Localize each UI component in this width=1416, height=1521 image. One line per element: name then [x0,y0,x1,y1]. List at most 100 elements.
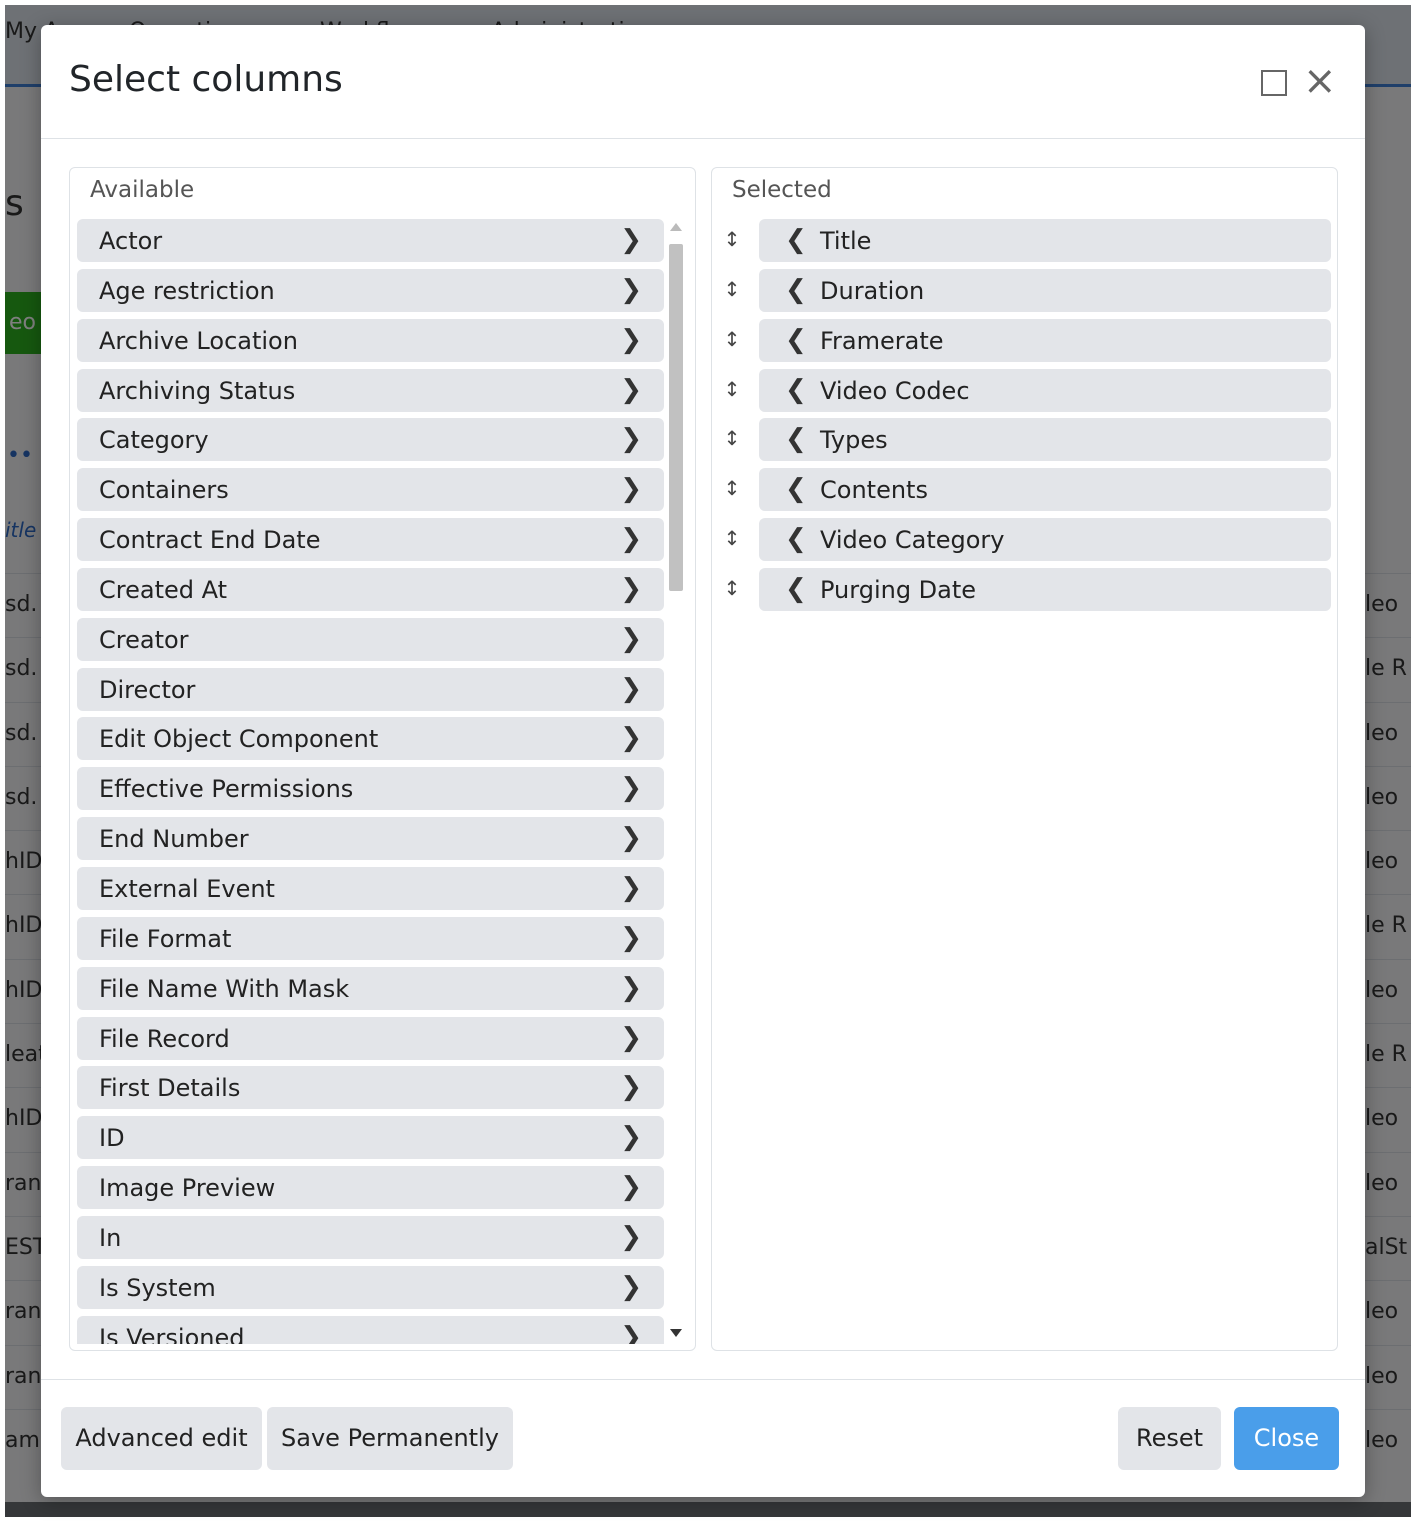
drag-handle-icon[interactable]: ↕ [722,476,742,500]
chevron-right-icon[interactable]: ❯ [620,1222,642,1252]
available-item[interactable]: In ❯ [77,1215,664,1259]
available-item[interactable]: Contract End Date ❯ [77,518,664,562]
available-item[interactable]: Category ❯ [77,418,664,462]
available-item-label: Created At [99,575,228,604]
selected-row: ↕ ❮ Framerate [712,318,1339,362]
chevron-right-icon[interactable]: ❯ [620,225,642,255]
available-item-label: Edit Object Component [99,725,379,754]
available-item[interactable]: Archiving Status ❯ [77,368,664,412]
available-item[interactable]: End Number ❯ [77,817,664,861]
chevron-left-icon[interactable]: ❮ [785,325,807,355]
chevron-right-icon[interactable]: ❯ [620,1072,642,1102]
selected-item[interactable]: ❮ Title [759,219,1331,262]
drag-handle-icon[interactable]: ↕ [722,526,742,550]
selected-item[interactable]: ❮ Framerate [759,318,1331,362]
maximize-icon[interactable] [1261,70,1287,96]
drag-handle-icon[interactable]: ↕ [722,576,742,600]
available-item[interactable]: Director ❯ [77,667,664,711]
scroll-thumb[interactable] [669,244,683,591]
selected-item-label: Contents [820,476,928,505]
chevron-right-icon[interactable]: ❯ [620,674,642,704]
available-item-label: Effective Permissions [99,775,354,804]
selected-row: ↕ ❮ Video Codec [712,368,1339,412]
chevron-right-icon[interactable]: ❯ [620,1272,642,1302]
available-item[interactable]: Archive Location ❯ [77,318,664,362]
available-item-label: Category [99,426,209,455]
chevron-right-icon[interactable]: ❯ [620,773,642,803]
selected-item[interactable]: ❮ Types [759,418,1331,462]
chevron-right-icon[interactable]: ❯ [620,1322,642,1344]
chevron-right-icon[interactable]: ❯ [620,375,642,405]
chevron-right-icon[interactable]: ❯ [620,524,642,554]
available-item[interactable]: Effective Permissions ❯ [77,767,664,811]
chevron-right-icon[interactable]: ❯ [620,723,642,753]
available-item[interactable]: Edit Object Component ❯ [77,717,664,761]
available-item[interactable]: First Details ❯ [77,1066,664,1110]
available-item[interactable]: Image Preview ❯ [77,1166,664,1210]
available-item[interactable]: File Record ❯ [77,1016,664,1060]
drag-handle-icon[interactable]: ↕ [722,277,742,301]
reset-button[interactable]: Reset [1118,1407,1221,1470]
selected-item[interactable]: ❮ Video Codec [759,368,1331,412]
selected-item-label: Types [820,426,888,455]
chevron-right-icon[interactable]: ❯ [620,823,642,853]
chevron-right-icon[interactable]: ❯ [620,275,642,305]
chevron-left-icon[interactable]: ❮ [785,225,807,255]
close-button[interactable]: Close [1234,1407,1339,1470]
chevron-right-icon[interactable]: ❯ [620,973,642,1003]
drag-handle-icon[interactable]: ↕ [722,327,742,351]
chevron-right-icon[interactable]: ❯ [620,1172,642,1202]
chevron-right-icon[interactable]: ❯ [620,923,642,953]
chevron-right-icon[interactable]: ❯ [620,574,642,604]
chevron-right-icon[interactable]: ❯ [620,325,642,355]
available-item-label: File Record [99,1024,230,1053]
available-item-label: Is Versioned [99,1323,245,1344]
chevron-left-icon[interactable]: ❮ [785,474,807,504]
selected-item[interactable]: ❮ Video Category [759,518,1331,562]
available-item-label: Creator [99,625,189,654]
modal-header: Select columns × [41,25,1365,139]
available-item[interactable]: External Event ❯ [77,866,664,910]
scroll-up-arrow-icon[interactable] [670,223,682,231]
available-item[interactable]: Creator ❯ [77,617,664,661]
available-panel: Available Actor ❯ Age restriction ❯ Archive … [69,167,696,1351]
available-item[interactable]: File Format ❯ [77,916,664,960]
chevron-left-icon[interactable]: ❮ [785,524,807,554]
chevron-right-icon[interactable]: ❯ [620,474,642,504]
available-item[interactable]: Actor ❯ [77,219,664,262]
selected-item-label: Title [820,227,872,255]
chevron-left-icon[interactable]: ❮ [785,375,807,405]
selected-row: ↕ ❮ Title [712,219,1339,262]
selected-item-label: Framerate [820,326,944,355]
selected-item[interactable]: ❮ Purging Date [759,567,1331,611]
selected-item[interactable]: ❮ Duration [759,268,1331,312]
close-icon[interactable]: × [1303,61,1337,101]
available-scrollbar[interactable] [667,219,685,1344]
available-item[interactable]: ID ❯ [77,1116,664,1160]
advanced-edit-button[interactable]: Advanced edit [61,1407,262,1470]
save-permanently-button[interactable]: Save Permanently [267,1407,513,1470]
selected-item[interactable]: ❮ Contents [759,468,1331,512]
available-item[interactable]: Containers ❯ [77,468,664,512]
available-item[interactable]: File Name With Mask ❯ [77,966,664,1010]
drag-handle-icon[interactable]: ↕ [722,377,742,401]
available-item-label: Image Preview [99,1174,276,1203]
chevron-left-icon[interactable]: ❮ [785,424,807,454]
available-item[interactable]: Age restriction ❯ [77,268,664,312]
available-item-label: Is System [99,1273,216,1302]
chevron-right-icon[interactable]: ❯ [620,873,642,903]
chevron-right-icon[interactable]: ❯ [620,624,642,654]
drag-handle-icon[interactable]: ↕ [722,426,742,450]
available-item[interactable]: Created At ❯ [77,567,664,611]
chevron-right-icon[interactable]: ❯ [620,1122,642,1152]
scroll-down-arrow-icon[interactable] [670,1329,682,1337]
chevron-right-icon[interactable]: ❯ [620,1023,642,1053]
available-item[interactable]: Is System ❯ [77,1265,664,1309]
chevron-left-icon[interactable]: ❮ [785,275,807,305]
chevron-left-icon[interactable]: ❮ [785,574,807,604]
drag-handle-icon[interactable]: ↕ [722,227,742,251]
chevron-right-icon[interactable]: ❯ [620,424,642,454]
selected-row: ↕ ❮ Contents [712,468,1339,512]
available-item-label: Age restriction [99,276,275,305]
available-item[interactable]: Is Versioned ❯ [77,1315,664,1344]
